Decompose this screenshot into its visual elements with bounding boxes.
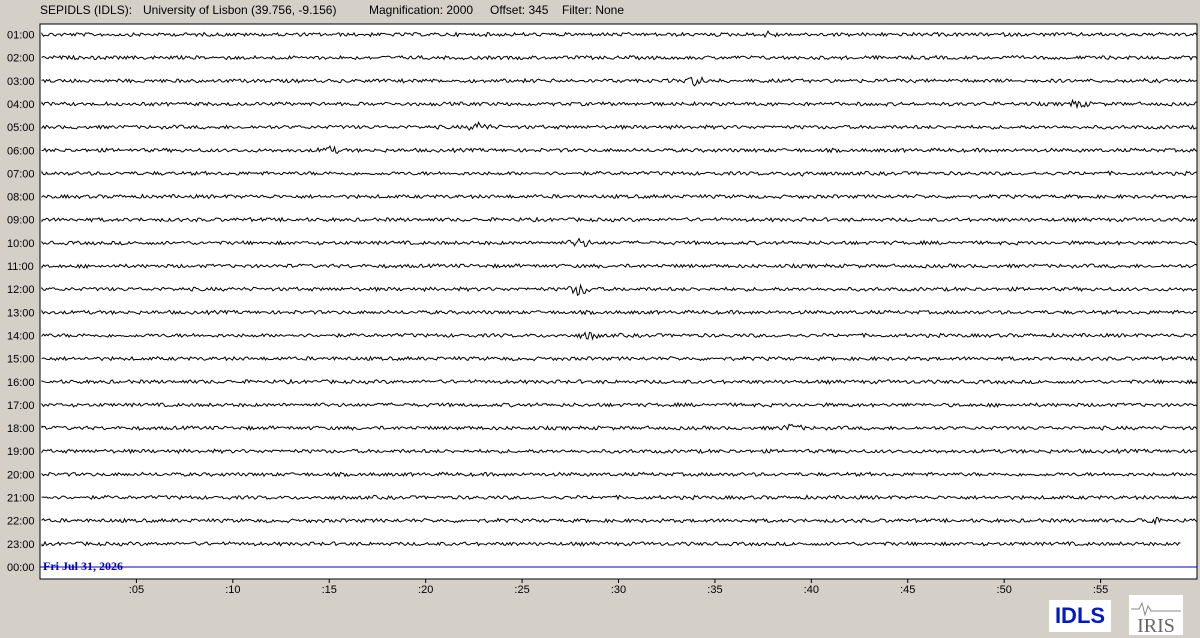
idls-logo: IDLS (1049, 600, 1111, 632)
row-label: 15:00 (7, 354, 35, 366)
row-label: 05:00 (7, 122, 35, 134)
row-label: 20:00 (7, 469, 35, 481)
iris-logo-text: IRIS (1137, 615, 1175, 635)
x-tick-label: :45 (900, 584, 915, 596)
x-tick-label: :50 (997, 584, 1012, 596)
row-label: 02:00 (7, 53, 35, 65)
row-label: 06:00 (7, 145, 35, 157)
row-label: 04:00 (7, 99, 35, 111)
row-label: 14:00 (7, 330, 35, 342)
row-label: 16:00 (7, 377, 35, 389)
iris-logo: IRIS (1129, 595, 1183, 635)
x-tick-label: :55 (1093, 584, 1108, 596)
helicorder-plot: 01:00 02:00 03:00 04:00 05:00 06:00 07:00 08:00… (7, 23, 1198, 596)
x-tick-label: :05 (129, 584, 144, 596)
row-label: 07:00 (7, 168, 35, 180)
row-label: 01:00 (7, 30, 35, 42)
row-label: 12:00 (7, 284, 35, 296)
x-tick-group: :05 :10 :15 :20 :25 :30 :35 :40 :45 :50 :55 (129, 579, 1108, 596)
row-label: 11:00 (7, 261, 34, 273)
row-label: 03:00 (7, 76, 35, 88)
row-label: 23:00 (7, 539, 35, 551)
row-label: 18:00 (7, 423, 35, 435)
x-tick-label: :25 (514, 584, 529, 596)
x-tick-label: :30 (611, 584, 626, 596)
row-label: 13:00 (7, 307, 35, 319)
row-label: 21:00 (7, 493, 35, 505)
row-label: 10:00 (7, 238, 35, 250)
row-label: 08:00 (7, 192, 35, 204)
row-label: 00:00 (7, 562, 35, 574)
seismogram-icon (1131, 601, 1181, 617)
row-label: 09:00 (7, 215, 35, 227)
row-label: 22:00 (7, 516, 35, 528)
row-label: 17:00 (7, 400, 35, 412)
row-label-group: 01:00 02:00 03:00 04:00 05:00 06:00 07:00 08:00… (7, 30, 35, 574)
date-label: Fri Jul 31, 2026 (43, 559, 123, 573)
x-tick-label: :15 (322, 584, 337, 596)
x-tick-label: :10 (225, 584, 240, 596)
x-tick-label: :35 (707, 584, 722, 596)
row-label: 19:00 (7, 446, 35, 458)
x-tick-label: :20 (418, 584, 433, 596)
x-tick-label: :40 (804, 584, 819, 596)
